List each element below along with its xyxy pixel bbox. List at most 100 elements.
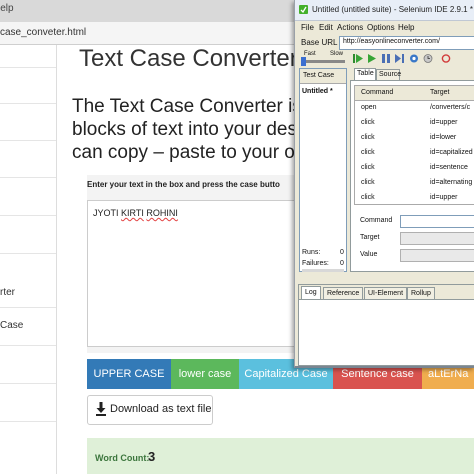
word-count-bar: Word Count: 3 <box>87 438 474 474</box>
ide-toolbar: Fast Slow <box>295 51 474 67</box>
download-icon <box>96 402 106 416</box>
speed-slow-label: Slow <box>330 51 344 57</box>
pause-icon[interactable] <box>381 53 391 64</box>
editor-instruction: Enter your text in the box and press the… <box>87 180 280 189</box>
speed-slider-track[interactable] <box>301 60 345 63</box>
test-case-item[interactable]: Untitled * <box>302 88 333 95</box>
target-cell: id=alternating <box>430 179 473 186</box>
site-sidebar: rter Case <box>0 45 57 474</box>
sidebar-divider <box>0 67 56 68</box>
menu-actions[interactable]: Actions <box>337 23 363 32</box>
play-test-icon[interactable] <box>367 53 377 64</box>
menu-options[interactable]: Options <box>367 23 395 32</box>
target-cell: id=lower <box>430 134 457 141</box>
command-field-label: Command <box>360 217 393 224</box>
tab-ui-element[interactable]: UI-Element <box>364 287 408 299</box>
command-cell: click <box>361 119 375 126</box>
command-row[interactable]: open/converters/c <box>355 101 474 116</box>
command-field[interactable] <box>400 215 474 228</box>
word-count-label: Word Count: <box>95 453 150 463</box>
command-row[interactable]: click id=alternating <box>355 176 474 191</box>
command-cell: open <box>361 104 377 111</box>
command-cell: click <box>361 134 375 141</box>
command-row[interactable]: click id=upper <box>355 116 474 131</box>
tab-reference[interactable]: Reference <box>323 287 364 299</box>
runs-label: Runs: <box>302 249 321 256</box>
menu-file[interactable]: File <box>301 23 314 32</box>
menu-edit[interactable]: Edit <box>319 23 333 32</box>
target-cell: id=sentence <box>430 164 468 171</box>
base-url-input[interactable]: http://easyonlineconverter.com/ <box>339 36 474 50</box>
record-icon[interactable] <box>441 53 451 64</box>
base-url-value: http://easyonlineconverter.com/ <box>343 38 440 45</box>
command-cell: click <box>361 179 375 186</box>
lower-case-button[interactable]: lower case <box>171 359 239 389</box>
sidebar-item-converter[interactable]: rter <box>0 287 15 298</box>
tab-table[interactable]: Table <box>354 68 376 80</box>
target-cell: id=upper <box>430 194 458 201</box>
command-row[interactable]: click id=lower <box>355 131 474 146</box>
sidebar-divider <box>0 345 56 346</box>
input-word-misspelled: KIRTI <box>121 208 144 218</box>
rollup-icon[interactable] <box>409 53 419 64</box>
target-field[interactable] <box>400 232 474 245</box>
ide-menubar: File Edit Actions Options Help <box>295 21 474 35</box>
menu-help[interactable]: Help <box>398 23 414 32</box>
sidebar-divider <box>0 103 56 104</box>
sidebar-divider <box>0 140 56 141</box>
command-panel: Command Target open/converters/c click id… <box>350 80 474 272</box>
test-case-header-label: Test Case <box>303 72 335 79</box>
tab-source[interactable]: Source <box>376 69 402 80</box>
sidebar-divider <box>0 177 56 178</box>
selenium-app-icon <box>299 5 308 14</box>
log-tab-strip: Log Reference UI-Element Rollup <box>299 285 474 300</box>
failures-count: 0 <box>340 260 344 267</box>
download-label: Download as text file <box>110 403 212 415</box>
command-table[interactable]: Command Target open/converters/c click id… <box>354 85 474 205</box>
input-word-misspelled: ROHINI <box>146 208 178 218</box>
sidebar-divider <box>0 253 56 254</box>
runs-count: 0 <box>340 249 344 256</box>
download-text-button[interactable]: Download as text file <box>87 395 213 425</box>
base-url-label: Base URL <box>301 38 338 47</box>
sidebar-divider <box>0 307 56 308</box>
tab-source-label: Source <box>379 71 402 78</box>
command-cell: click <box>361 149 375 156</box>
step-icon[interactable] <box>395 53 405 64</box>
word-count-value: 3 <box>148 449 156 464</box>
sidebar-item-case[interactable]: Case <box>0 320 23 331</box>
command-form: Command Target Value <box>354 209 474 269</box>
upper-case-button[interactable]: UPPER CASE <box>87 359 171 389</box>
text-input-value: JYOTI KIRTI ROHINI <box>93 208 178 218</box>
page-title: Text Case Converter <box>79 45 298 72</box>
command-row[interactable]: click id=sentence <box>355 161 474 176</box>
sidebar-divider <box>0 215 56 216</box>
browser-url[interactable]: case_conveter.html <box>0 27 86 38</box>
ide-titlebar[interactable]: Untitled (untitled suite) - Selenium IDE… <box>295 0 474 21</box>
tab-log[interactable]: Log <box>301 286 321 299</box>
base-url-row: Base URL http://easyonlineconverter.com/ <box>295 36 474 50</box>
target-cell: id=upper <box>430 119 458 126</box>
ide-title: Untitled (untitled suite) - Selenium IDE… <box>312 5 473 14</box>
target-cell: id=capitalized <box>430 149 473 156</box>
browser-menu-help[interactable]: lelp <box>0 3 14 14</box>
failures-label: Failures: <box>302 260 329 267</box>
play-suite-icon[interactable] <box>353 53 363 64</box>
tab-table-label: Table <box>357 70 374 77</box>
schedule-icon[interactable] <box>423 53 433 64</box>
command-table-header: Command Target <box>355 86 474 101</box>
tab-rollup[interactable]: Rollup <box>407 287 435 299</box>
command-cell: click <box>361 164 375 171</box>
input-word: JYOTI <box>93 208 119 218</box>
column-header-target[interactable]: Target <box>430 89 449 96</box>
test-case-header: Test Case <box>300 69 346 84</box>
column-header-command[interactable]: Command <box>361 89 393 96</box>
value-field-label: Value <box>360 251 378 258</box>
command-row[interactable]: click id=upper <box>355 191 474 204</box>
sidebar-divider <box>0 421 56 422</box>
command-row[interactable]: click id=capitalized <box>355 146 474 161</box>
value-field[interactable] <box>400 249 474 262</box>
speed-slider-handle[interactable] <box>301 57 306 66</box>
log-panel: Log Reference UI-Element Rollup <box>298 284 474 366</box>
target-field-label: Target <box>360 234 380 241</box>
